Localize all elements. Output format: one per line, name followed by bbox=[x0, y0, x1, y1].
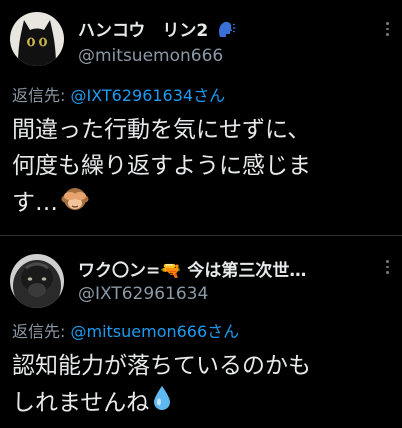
avatar-black-cat[interactable] bbox=[10, 12, 64, 66]
tweet[interactable]: ハンコウ リン2 @mitsuemon666 返信先: @IXT62961634… bbox=[0, 0, 402, 236]
replying-to: 返信先: @IXT62961634さん bbox=[12, 82, 225, 106]
tweet-text-line: す… bbox=[12, 184, 392, 223]
tweet-text-line: 認知能力が落ちているのかも bbox=[12, 353, 311, 379]
mention-link[interactable]: @IXT62961634さん bbox=[70, 86, 225, 105]
display-name[interactable]: ワク〇ン=🔫 今は第三次世… bbox=[78, 256, 306, 281]
tweet-text-line: しれませんね bbox=[12, 384, 392, 423]
mention-link[interactable]: @mitsuemon666さん bbox=[70, 322, 239, 341]
replying-to: 返信先: @mitsuemon666さん bbox=[12, 318, 239, 342]
display-name[interactable]: ハンコウ リン2 bbox=[78, 16, 236, 44]
droplet-icon bbox=[151, 384, 173, 423]
more-options-icon[interactable] bbox=[386, 260, 390, 276]
more-options-icon[interactable] bbox=[386, 22, 390, 38]
speaking-head-icon bbox=[216, 19, 236, 44]
handle[interactable]: @IXT62961634 bbox=[78, 284, 208, 304]
see-no-evil-monkey-icon bbox=[60, 184, 90, 223]
tweet-text-line: 間違った行動を気にせずに、 bbox=[12, 117, 311, 143]
tweet-text: 認知能力が落ちているのかも しれませんね bbox=[12, 348, 392, 423]
handle[interactable]: @mitsuemon666 bbox=[78, 46, 223, 66]
tweet[interactable]: ワク〇ン=🔫 今は第三次世… @IXT62961634 返信先: @mitsue… bbox=[0, 236, 402, 428]
tweet-text-line: 何度も繰り返すように感じま bbox=[12, 153, 311, 179]
reply-prefix: 返信先: bbox=[12, 86, 71, 105]
avatar-gorilla[interactable] bbox=[10, 254, 64, 308]
tweet-text: 間違った行動を気にせずに、 何度も繰り返すように感じま す… bbox=[12, 112, 392, 223]
reply-prefix: 返信先: bbox=[12, 322, 71, 341]
